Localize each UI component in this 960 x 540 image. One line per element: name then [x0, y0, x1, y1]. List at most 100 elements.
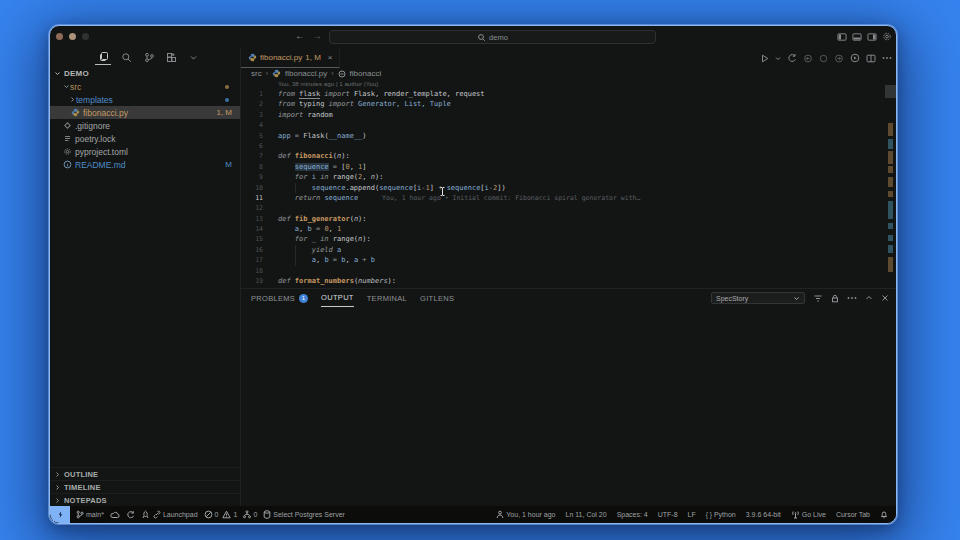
sidebar-item-poetry-lock[interactable]: poetry.lock — [50, 132, 240, 145]
eol-status[interactable]: LF — [688, 511, 696, 518]
panel-tab-output[interactable]: OUTPUT — [321, 289, 354, 307]
nav-forward-icon[interactable] — [834, 54, 844, 63]
close-tab-icon[interactable]: × — [328, 53, 333, 62]
minimap-mark — [888, 166, 893, 173]
encoding-status[interactable]: UTF-8 — [658, 511, 678, 518]
code-line-12: 12 — [241, 203, 896, 213]
code-line-9: 9 for i in range(2, n): — [241, 172, 896, 182]
problems-status[interactable]: 01 — [204, 510, 238, 519]
source-control-icon[interactable] — [141, 49, 157, 65]
git-blame-annotation: You, 1 hour ago • Initial commit: Fibona… — [382, 194, 640, 202]
chevron-down-icon[interactable] — [185, 49, 201, 65]
code-line-4: 4 — [241, 120, 896, 130]
file-label: fibonacci.py — [83, 108, 128, 118]
mouse-cursor — [440, 187, 445, 196]
sidebar-item--gitignore[interactable]: .gitignore — [50, 119, 240, 132]
close-panel-icon[interactable] — [881, 294, 889, 302]
file-label: .gitignore — [75, 121, 110, 131]
nav-dot-icon[interactable] — [819, 54, 828, 63]
close-window-button[interactable] — [56, 33, 63, 40]
panel-tab-problems[interactable]: PROBLEMS1 — [251, 289, 308, 307]
remote-indicator[interactable] — [50, 506, 70, 523]
sidebar-item-fibonacci-py[interactable]: fibonacci.py 1, M — [50, 106, 240, 119]
sidebar-section-outline[interactable]: OUTLINE — [50, 467, 240, 480]
publish-status[interactable] — [110, 511, 120, 519]
breadcrumb-fibonacci-py[interactable]: fibonacci.py — [285, 69, 327, 78]
tab-label: fibonacci.py — [260, 53, 302, 62]
breadcrumb-src[interactable]: src — [251, 69, 262, 78]
output-channel-value: SpecStory — [716, 295, 748, 302]
python-version-status[interactable]: 3.9.6 64-bit — [746, 511, 781, 518]
settings-gear-icon[interactable] — [882, 30, 892, 43]
sidebar-section-timeline[interactable]: TIMELINE — [50, 480, 240, 493]
git-badge: 1, M — [216, 108, 232, 117]
explorer-header[interactable]: DEMO — [50, 67, 240, 80]
split-editor-icon[interactable] — [866, 54, 876, 63]
sync-status[interactable] — [126, 510, 135, 519]
indent-guide — [295, 183, 296, 193]
line-content: from flask import Flask, render_template… — [278, 89, 485, 99]
code-editor[interactable]: You, 38 minutes ago | 1 author (You) 1 fr… — [241, 79, 896, 288]
line-number: 12 — [241, 203, 263, 213]
run-dropdown-icon[interactable] — [775, 54, 781, 63]
fork-status[interactable]: 0 — [243, 510, 257, 519]
git-branch-status[interactable]: main* — [76, 510, 104, 519]
sidebar-item-readme-md[interactable]: README.mdM — [50, 158, 240, 171]
modified-dot — [225, 98, 229, 102]
sidebar-item-pyproject-toml[interactable]: pyproject.toml — [50, 145, 240, 158]
language-status[interactable]: { }Python — [706, 511, 736, 518]
command-center-search[interactable]: demo — [329, 30, 656, 44]
tab-fibonacci-py[interactable]: fibonacci.py 1, M × — [241, 48, 340, 68]
postgres-status[interactable]: Select Postgres Server — [263, 510, 345, 519]
indent-guide — [295, 255, 296, 265]
more-actions-icon[interactable] — [847, 296, 857, 300]
search-icon[interactable] — [118, 49, 134, 65]
nav-back-icon[interactable] — [803, 54, 813, 63]
maximize-panel-icon[interactable] — [865, 294, 873, 302]
indentation-status[interactable]: Spaces: 4 — [617, 511, 648, 518]
sidebar-section-notepads[interactable]: NOTEPADS — [50, 493, 240, 506]
line-number: 1 — [241, 89, 263, 99]
breadcrumb-fibonacci[interactable]: fibonacci — [350, 69, 382, 78]
launchpad-status[interactable]: Launchpad — [141, 510, 198, 519]
panel-tab-gitlens[interactable]: GITLENS — [420, 289, 454, 307]
symbol-icon — [338, 70, 346, 78]
sidebar-item-src[interactable]: src — [50, 80, 240, 93]
line-content: def format_numbers(numbers): — [278, 276, 396, 286]
file-tree: srctemplates fibonacci.py 1, M .gitignorepo… — [50, 80, 240, 171]
layout-sidebar-right-icon[interactable] — [867, 30, 877, 43]
minimap[interactable] — [885, 79, 896, 288]
codelens-annotation[interactable]: You, 38 minutes ago | 1 author (You) — [241, 79, 896, 89]
panel-tab-terminal[interactable]: TERMINAL — [367, 289, 407, 307]
chevron-down-icon — [63, 83, 70, 90]
sidebar-item-templates[interactable]: templates — [50, 93, 240, 106]
output-channel-select[interactable]: SpecStory — [711, 292, 805, 304]
cursor-position-status[interactable]: Ln 11, Col 20 — [566, 511, 607, 518]
run-python-file-icon[interactable] — [761, 54, 769, 63]
titlebar: ← → demo — [50, 26, 896, 48]
layout-panel-icon[interactable] — [852, 30, 862, 43]
titlebar-right-icons — [837, 30, 892, 43]
python-icon — [71, 108, 80, 117]
back-icon[interactable]: ← — [295, 30, 305, 41]
notifications-bell-icon[interactable] — [880, 510, 888, 519]
minimize-window-button[interactable] — [69, 33, 76, 40]
cursor-tab-status[interactable]: Cursor Tab — [836, 511, 870, 518]
blame-status[interactable]: You, 1 hour ago — [496, 510, 555, 519]
output-filter-icon[interactable] — [813, 294, 823, 303]
extensions-icon[interactable] — [163, 49, 179, 65]
layout-sidebar-left-icon[interactable] — [837, 30, 847, 43]
more-actions-icon[interactable] — [882, 56, 892, 60]
code-line-18: 18 — [241, 266, 896, 276]
forward-icon[interactable]: → — [312, 30, 322, 41]
go-live-status[interactable]: Go Live — [791, 510, 826, 519]
run-interactive-icon[interactable] — [850, 53, 860, 63]
minimap-slider[interactable] — [885, 85, 896, 98]
lock-scroll-icon[interactable] — [831, 294, 839, 303]
explorer-icon[interactable] — [95, 49, 111, 65]
sync-icon[interactable] — [787, 53, 797, 63]
zoom-window-button[interactable] — [82, 33, 89, 40]
file-label: README.md — [75, 160, 126, 170]
line-content: sequence.append(sequence[i-1] + sequence… — [278, 183, 506, 193]
line-content: app = Flask(__name__) — [278, 131, 367, 141]
